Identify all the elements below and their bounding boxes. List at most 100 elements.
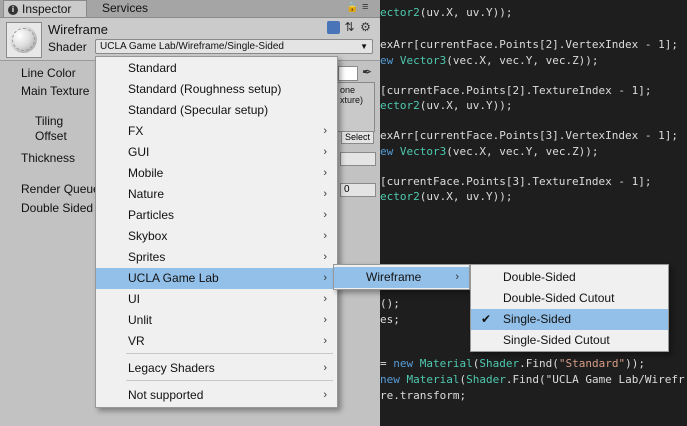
menu-item-fx[interactable]: FX › — [96, 121, 337, 142]
thickness-field[interactable] — [340, 152, 376, 166]
eyedropper-icon[interactable]: ✒ — [362, 65, 372, 79]
menu-item-gui[interactable]: GUI › — [96, 142, 337, 163]
menu-item-double-sided[interactable]: Double-Sided — [471, 267, 668, 288]
code-line: ector2(uv.X, uv.Y)); — [380, 190, 513, 203]
menu-item-label: Standard (Roughness setup) — [128, 82, 282, 96]
menu-separator — [126, 380, 333, 381]
texture-slot-text: one xture) — [340, 85, 364, 105]
menu-item-particles[interactable]: Particles › — [96, 205, 337, 226]
line-color-field[interactable] — [338, 66, 358, 81]
menu-item-label: Unlit — [128, 313, 153, 327]
chevron-right-icon: › — [323, 188, 327, 200]
double-sided-label: Double Sided — [21, 201, 94, 215]
shader-label: Shader — [48, 40, 87, 54]
render-queue-field[interactable]: 0 — [340, 183, 376, 197]
tab-menu-icon[interactable]: ≡ — [362, 1, 368, 13]
tiling-label: Tiling — [35, 114, 64, 128]
material-header: Wireframe Shader UCLA Game Lab/Wireframe… — [0, 18, 380, 61]
shader-menu: Standard Standard (Roughness setup) Standa… — [95, 56, 338, 408]
code-line: ector2(uv.X, uv.Y)); — [380, 6, 513, 19]
menu-item-ucla-game-lab[interactable]: UCLA Game Lab › — [96, 268, 337, 289]
code-line: new Material(Shader.Find("UCLA Game Lab/… — [380, 373, 685, 386]
render-queue-label: Render Queue — [21, 182, 100, 196]
offset-label: Offset — [35, 129, 67, 143]
tab-inspector[interactable]: i Inspector — [3, 0, 87, 17]
lock-icon[interactable]: 🔒 — [346, 2, 358, 13]
menu-item-mobile[interactable]: Mobile › — [96, 163, 337, 184]
menu-item-vr[interactable]: VR › — [96, 331, 337, 352]
menu-item-label: FX — [128, 124, 144, 138]
tab-bar: i Inspector Services 🔒 ≡ — [0, 0, 380, 18]
code-line: (); — [380, 297, 400, 310]
menu-item-not-supported[interactable]: Not supported › — [96, 385, 337, 406]
gear-icon[interactable]: ⚙ — [359, 21, 372, 34]
shader-dropdown[interactable]: UCLA Game Lab/Wireframe/Single-Sided ▼ — [95, 39, 373, 54]
menu-item-label: UI — [128, 292, 140, 306]
menu-item-single-sided[interactable]: ✔ Single-Sided — [471, 309, 668, 330]
preset-sliders-icon[interactable]: ⇅ — [343, 21, 356, 34]
chevron-right-icon: › — [323, 146, 327, 158]
menu-item-nature[interactable]: Nature › — [96, 184, 337, 205]
menu-item-ui[interactable]: UI › — [96, 289, 337, 310]
code-line: ector2(uv.X, uv.Y)); — [380, 99, 513, 112]
menu-item-standard-roughness-setup[interactable]: Standard (Roughness setup) — [96, 79, 337, 100]
menu-item-label: UCLA Game Lab — [128, 271, 219, 285]
menu-item-label: Double-Sided — [503, 270, 576, 284]
menu-item-legacy-shaders[interactable]: Legacy Shaders › — [96, 358, 337, 379]
code-line: ew Vector3(vec.X, vec.Y, vec.Z)); — [380, 145, 599, 158]
tab-services[interactable]: Services — [102, 0, 148, 17]
chevron-right-icon: › — [323, 230, 327, 242]
menu-item-label: Not supported — [128, 388, 204, 402]
code-editor[interactable]: ector2(uv.X, uv.Y)); exArr[currentFace.Po… — [380, 0, 687, 426]
menu-separator — [126, 353, 333, 354]
menu-item-label: Nature — [128, 187, 165, 201]
chevron-right-icon: › — [323, 314, 327, 326]
menu-item-double-sided-cutout[interactable]: Double-Sided Cutout — [471, 288, 668, 309]
menu-item-skybox[interactable]: Skybox › — [96, 226, 337, 247]
menu-item-single-sided-cutout[interactable]: Single-Sided Cutout — [471, 330, 668, 351]
chevron-right-icon: › — [323, 272, 327, 284]
tab-inspector-label: Inspector — [22, 2, 72, 16]
chevron-right-icon: › — [323, 335, 327, 347]
chevron-right-icon: › — [323, 125, 327, 137]
code-line: exArr[currentFace.Points[3].VertexIndex … — [380, 129, 679, 142]
menu-item-standard-specular-setup[interactable]: Standard (Specular setup) — [96, 100, 337, 121]
menu-item-sprites[interactable]: Sprites › — [96, 247, 337, 268]
menu-item-label: Single-Sided Cutout — [503, 333, 610, 347]
code-line: ew Vector3(vec.X, vec.Y, vec.Z)); — [380, 54, 599, 67]
menu-item-label: Mobile — [128, 166, 164, 180]
menu-item-label: Skybox — [128, 229, 168, 243]
tab-services-label: Services — [102, 1, 149, 15]
menu-item-label: Wireframe — [366, 270, 422, 284]
info-icon: i — [8, 4, 18, 15]
code-line: exArr[currentFace.Points[2].VertexIndex … — [380, 38, 679, 51]
chevron-right-icon: › — [323, 167, 327, 179]
chevron-right-icon: › — [323, 209, 327, 221]
code-line: es; — [380, 313, 400, 326]
main-texture-label: Main Texture — [21, 84, 90, 98]
menu-item-label: Double-Sided Cutout — [503, 291, 615, 305]
dropdown-arrow-icon: ▼ — [360, 42, 368, 51]
line-color-label: Line Color — [21, 66, 76, 80]
texture-select-button[interactable]: Select — [341, 131, 374, 144]
menu-item-label: VR — [128, 334, 145, 348]
thickness-label: Thickness — [21, 151, 76, 165]
chevron-right-icon: › — [323, 251, 327, 263]
wireframe-submenu: Double-Sided Double-Sided Cutout ✔ Single-S… — [470, 264, 669, 352]
chevron-right-icon: › — [323, 362, 327, 374]
code-line: = new Material(Shader.Find("Standard")); — [380, 357, 645, 370]
render-queue-value: 0 — [344, 184, 350, 195]
shader-dropdown-value: UCLA Game Lab/Wireframe/Single-Sided — [100, 41, 284, 52]
menu-item-wireframe[interactable]: Wireframe › — [334, 267, 469, 288]
material-preview-thumbnail — [6, 22, 42, 58]
menu-item-label: Legacy Shaders — [128, 361, 215, 375]
menu-item-standard[interactable]: Standard — [96, 58, 337, 79]
help-book-icon[interactable] — [327, 21, 340, 34]
main-texture-slot[interactable]: one xture) — [335, 82, 375, 132]
chevron-right-icon: › — [323, 389, 327, 401]
menu-item-label: Single-Sided — [503, 312, 572, 326]
chevron-right-icon: › — [455, 271, 459, 283]
material-name: Wireframe — [48, 22, 108, 37]
ucla-game-lab-submenu: Wireframe › — [333, 264, 470, 290]
menu-item-unlit[interactable]: Unlit › — [96, 310, 337, 331]
